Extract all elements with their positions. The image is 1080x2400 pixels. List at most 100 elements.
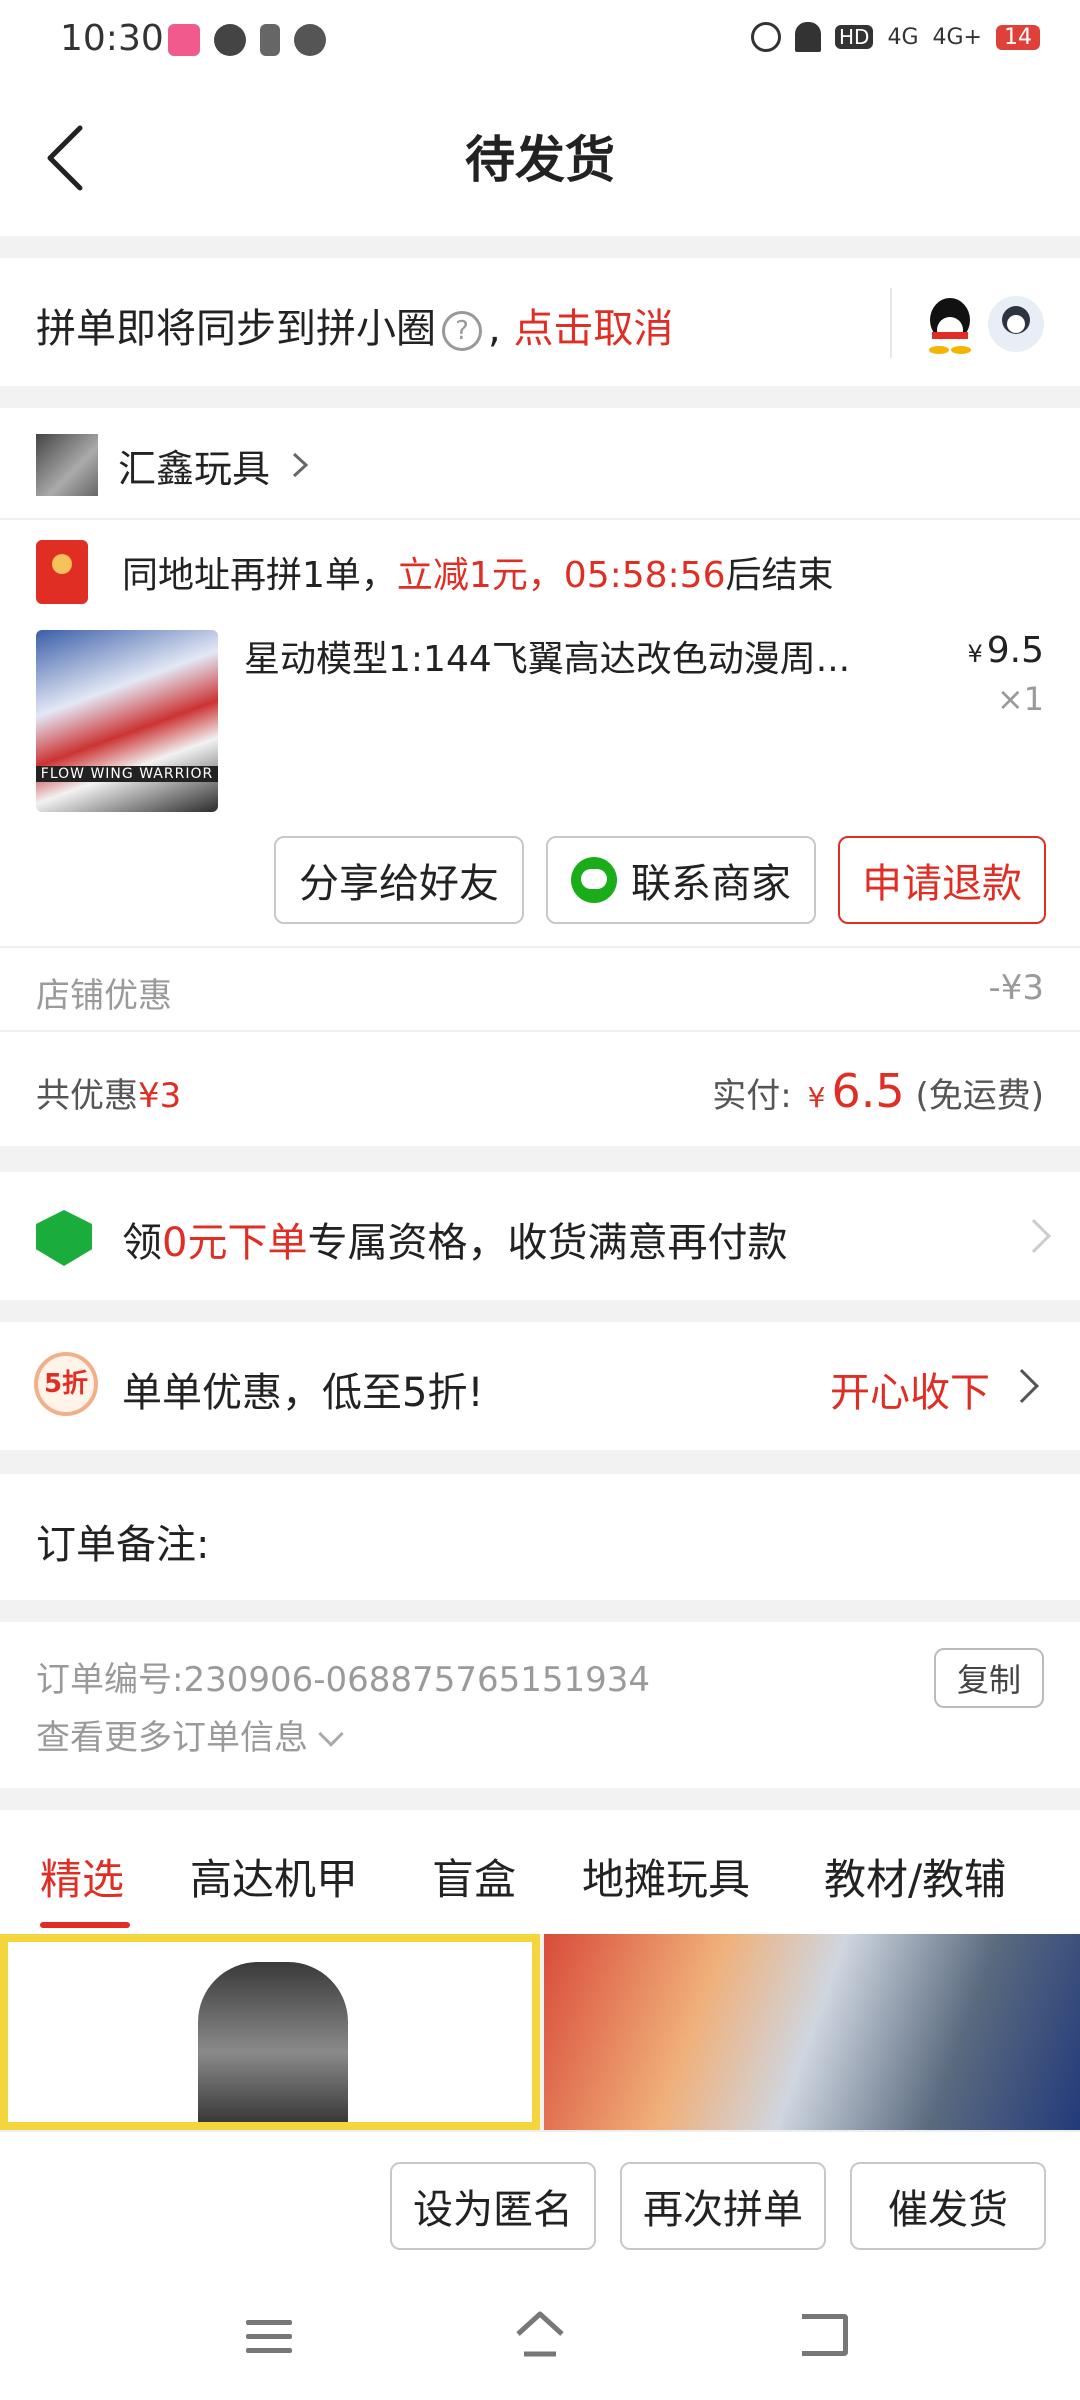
app-notification-icon: [168, 24, 200, 56]
sync-text: 拼单即将同步到拼小圈?, 点击取消: [36, 296, 673, 354]
order-note[interactable]: 订单备注:: [0, 1474, 1080, 1600]
sync-banner: 拼单即将同步到拼小圈?, 点击取消: [0, 258, 1080, 386]
divider: [890, 288, 892, 358]
product-name[interactable]: 星动模型1:144飞翼高达改色动漫周...: [244, 630, 904, 682]
set-anonymous-button[interactable]: 设为匿名: [390, 2162, 596, 2250]
accept-coupon-link[interactable]: 开心收下: [830, 1360, 990, 1418]
product-card-image: [198, 1962, 348, 2122]
coupon-banner: 5折 单单优惠，低至5折! 开心收下: [0, 1322, 1080, 1450]
divider: [0, 518, 1080, 520]
title-bar: 待发货: [0, 80, 1080, 236]
urge-shipping-button[interactable]: 催发货: [850, 2162, 1046, 2250]
tab-gundam[interactable]: 高达机甲: [190, 1846, 358, 1907]
promo-prefix: 同地址再拼1单，: [122, 555, 397, 596]
total-discount: 共优惠¥3: [36, 1068, 181, 1117]
menu-icon[interactable]: [246, 2320, 292, 2362]
more-order-info-link[interactable]: 查看更多订单信息: [36, 1710, 344, 1759]
price-value: 9.5: [986, 630, 1044, 671]
more-order-info-label: 查看更多订单信息: [36, 1718, 308, 1758]
shop-discount-label: 店铺优惠: [36, 976, 172, 1016]
copy-button[interactable]: 复制: [934, 1648, 1044, 1708]
storage-notification-icon: [260, 24, 280, 56]
sync-message: 拼单即将同步到拼小圈: [36, 306, 436, 352]
back-nav-icon[interactable]: [802, 2314, 848, 2356]
chevron-down-icon: [318, 1721, 344, 1747]
tab-blind-box[interactable]: 盲盒: [432, 1846, 516, 1907]
shop-discount-row: 店铺优惠 -¥3: [36, 968, 1044, 1017]
tab-textbooks[interactable]: 教材/教辅: [824, 1846, 1006, 1907]
total-discount-value: ¥3: [138, 1076, 182, 1116]
shop-discount-value: -¥3: [988, 968, 1044, 1008]
zero-order-text: 领0元下单专属资格，收货满意再付款: [122, 1210, 787, 1268]
tab-featured[interactable]: 精选: [40, 1846, 124, 1907]
product-image[interactable]: FLOW WING WARRIOR: [36, 630, 218, 812]
product-image-caption: FLOW WING WARRIOR: [36, 766, 218, 782]
coupon-text: 单单优惠，低至5折!: [122, 1370, 484, 1416]
bottom-action-bar: 设为匿名 再次拼单 催发货: [0, 2130, 1080, 2268]
shipping-note: (免运费): [915, 1076, 1044, 1116]
chat-icon: [571, 857, 617, 903]
shop-header[interactable]: 汇鑫玩具: [36, 434, 312, 496]
friend-avatar-icon[interactable]: [986, 294, 1046, 354]
currency-symbol: ¥: [967, 640, 983, 668]
contact-seller-button[interactable]: 联系商家: [546, 836, 816, 924]
help-icon[interactable]: ?: [442, 311, 482, 351]
mute-icon: [795, 22, 822, 52]
wechat-notification-icon: [294, 24, 326, 56]
shop-name[interactable]: 汇鑫玩具: [118, 438, 270, 493]
product-card[interactable]: [544, 1934, 1080, 2130]
sync-separator: ,: [488, 306, 501, 352]
zero-order-banner[interactable]: 领0元下单专属资格，收货满意再付款: [0, 1172, 1080, 1300]
order-number: 订单编号:230906-068875765151934: [36, 1652, 650, 1701]
promo-row: 同地址再拼1单， 立减1元，05:58:56 后结束: [36, 540, 834, 604]
rebuy-button[interactable]: 再次拼单: [620, 2162, 826, 2250]
paid-label: 实付:: [712, 1076, 792, 1116]
cancel-sync-link[interactable]: 点击取消: [513, 306, 673, 352]
order-number-value: 230906-068875765151934: [183, 1660, 651, 1700]
navigation-bar: [0, 2268, 1080, 2400]
chevron-right-icon: [1017, 1219, 1051, 1253]
alarm-icon: [751, 22, 782, 52]
order-note-label: 订单备注:: [36, 1522, 210, 1568]
paid-value: 6.5: [831, 1064, 905, 1118]
category-tabs: 精选 高达机甲 盲盒 地摊玩具 教材/教辅: [0, 1810, 1080, 1934]
red-packet-icon: [36, 540, 88, 604]
discount-badge-icon: 5折: [34, 1352, 98, 1416]
chevron-right-icon: [293, 452, 309, 478]
refund-button[interactable]: 申请退款: [838, 836, 1046, 924]
browser-notification-icon: [214, 24, 246, 56]
zero-order-highlight: 0元下单: [162, 1220, 308, 1266]
chevron-right-icon: [1005, 1369, 1039, 1403]
share-button[interactable]: 分享给好友: [274, 836, 524, 924]
shield-check-icon: [36, 1210, 92, 1266]
notification-icons: [168, 24, 326, 56]
total-row: 共优惠¥3 实付: ¥6.5 (免运费): [36, 1064, 1044, 1118]
promo-highlight: 立减1元，05:58:56: [396, 555, 726, 596]
divider: [0, 946, 1080, 948]
battery-icon: 14: [996, 24, 1040, 50]
divider: [0, 1030, 1080, 1032]
home-icon[interactable]: [514, 2310, 566, 2360]
shop-avatar: [36, 434, 98, 496]
tab-stall-toys[interactable]: 地摊玩具: [582, 1846, 750, 1907]
contact-seller-label: 联系商家: [631, 861, 791, 907]
system-icons: HD 4G 4G+ 14: [751, 22, 1040, 52]
order-card: 汇鑫玩具 同地址再拼1单， 立减1元，05:58:56 后结束 FLOW WING …: [0, 408, 1080, 1146]
paid-amount: 实付: ¥6.5 (免运费): [712, 1064, 1044, 1118]
order-info: 订单编号:230906-068875765151934 复制 查看更多订单信息: [0, 1622, 1080, 1788]
paid-currency: ¥: [807, 1081, 826, 1114]
product-price: ¥9.5: [967, 630, 1044, 671]
order-number-label: 订单编号:: [36, 1660, 184, 1700]
hd-icon: HD: [835, 25, 874, 49]
total-discount-label: 共优惠: [36, 1076, 138, 1116]
qq-icon[interactable]: [922, 294, 978, 354]
promo-suffix: 后结束: [725, 555, 834, 596]
product-card[interactable]: [0, 1934, 540, 2130]
status-time: 10:30: [60, 18, 164, 59]
network-2: 4G+: [932, 24, 982, 50]
zero-order-pre: 领: [122, 1220, 162, 1266]
network-1: 4G: [887, 24, 919, 50]
status-bar: 10:30 HD 4G 4G+ 14: [0, 0, 1080, 80]
product-quantity: ×1: [996, 680, 1044, 718]
active-tab-indicator: [40, 1922, 130, 1928]
